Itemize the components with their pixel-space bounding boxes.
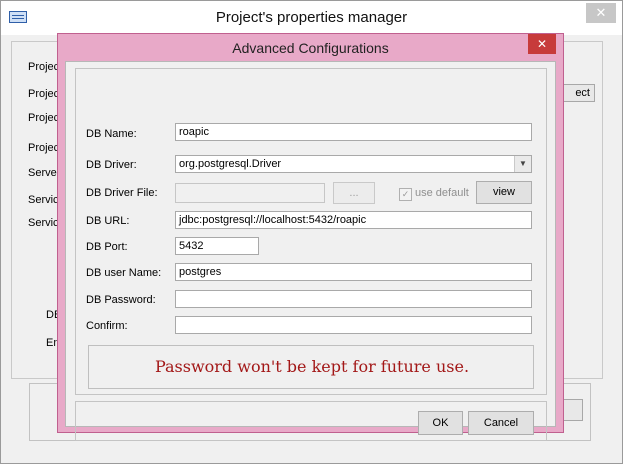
- chevron-down-icon[interactable]: ▼: [514, 156, 531, 172]
- checkmark-icon: ✓: [399, 188, 412, 201]
- ok-button[interactable]: OK: [418, 411, 463, 435]
- db-driver-label: DB Driver:: [86, 159, 137, 171]
- db-password-input[interactable]: [175, 290, 532, 308]
- db-port-input[interactable]: 5432: [175, 237, 259, 255]
- dialog-titlebar[interactable]: Advanced Configurations ✕: [58, 34, 563, 61]
- password-notice-text: Password won't be kept for future use.: [154, 357, 470, 376]
- dialog-client-area: DB Name: roapic DB Driver: org.postgresq…: [65, 61, 556, 441]
- dialog-title: Advanced Configurations: [232, 40, 389, 56]
- main-label-server: Serve: [28, 167, 57, 179]
- main-select-button[interactable]: ect: [561, 84, 595, 102]
- main-label-project-4: Projec: [28, 142, 60, 154]
- confirm-password-label: Confirm:: [86, 320, 128, 332]
- db-driver-select[interactable]: org.postgresql.Driver ▼: [175, 155, 532, 173]
- db-url-input[interactable]: jdbc:postgresql://localhost:5432/roapic: [175, 211, 532, 229]
- db-name-label: DB Name:: [86, 128, 137, 140]
- main-label-project-3: Projec: [28, 112, 60, 124]
- main-close-button[interactable]: ✕: [586, 3, 616, 23]
- dialog-footer: OK Cancel: [75, 401, 547, 441]
- db-password-label: DB Password:: [86, 294, 156, 306]
- view-button[interactable]: view: [476, 181, 532, 204]
- db-user-name-input[interactable]: postgres: [175, 263, 532, 281]
- main-label-service-1: Servic: [28, 194, 59, 206]
- db-name-input[interactable]: roapic: [175, 123, 532, 141]
- db-user-name-label: DB user Name:: [86, 267, 162, 279]
- dialog-close-button[interactable]: ✕: [528, 34, 556, 54]
- db-driver-selected-value: org.postgresql.Driver: [179, 158, 282, 170]
- password-notice-box: Password won't be kept for future use.: [88, 345, 534, 389]
- db-url-label: DB URL:: [86, 215, 130, 227]
- db-port-label: DB Port:: [86, 241, 128, 253]
- cancel-button[interactable]: Cancel: [468, 411, 534, 435]
- main-label-project-1: Projec: [28, 61, 60, 73]
- main-titlebar: Project's properties manager ✕: [1, 1, 622, 35]
- main-window-title: Project's properties manager: [215, 9, 408, 26]
- use-default-label: use default: [415, 187, 469, 199]
- main-bottom-button[interactable]: [561, 399, 583, 421]
- confirm-password-input[interactable]: [175, 316, 532, 334]
- advanced-configurations-dialog: Advanced Configurations ✕ DB Name: roapi…: [57, 33, 564, 441]
- use-default-checkbox[interactable]: ✓ use default: [399, 186, 469, 201]
- main-label-service-2: Servic: [28, 217, 59, 229]
- browse-driver-file-button[interactable]: ...: [333, 182, 375, 204]
- db-driver-file-label: DB Driver File:: [86, 187, 158, 199]
- db-driver-file-input[interactable]: [175, 183, 325, 203]
- main-label-project-2: Projec: [28, 88, 60, 100]
- db-config-group: DB Name: roapic DB Driver: org.postgresq…: [75, 68, 547, 395]
